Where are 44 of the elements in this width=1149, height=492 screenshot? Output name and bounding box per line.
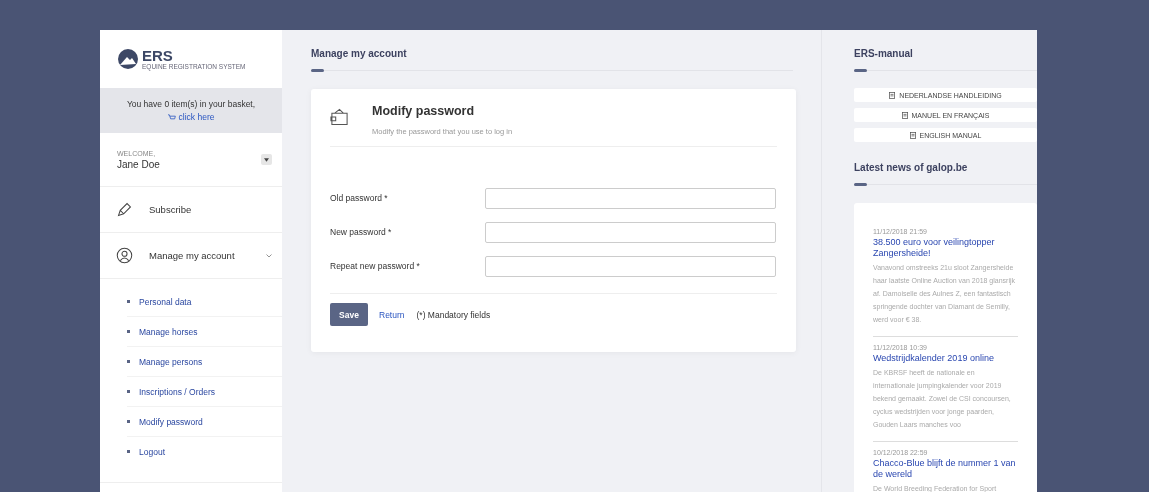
section-heading: Manage my account xyxy=(311,48,408,59)
section-heading: Latest news of galop.be xyxy=(854,162,969,173)
bullet-icon xyxy=(127,450,130,453)
card-title: Modify password xyxy=(372,104,476,118)
menu-item[interactable]: Manage my account xyxy=(100,233,282,279)
bullet-icon xyxy=(127,300,130,303)
submenu-link[interactable]: Logout xyxy=(139,446,165,457)
bullet-icon xyxy=(127,360,130,363)
field-label: Repeat new password * xyxy=(330,261,421,271)
bullet-icon xyxy=(127,330,130,333)
submenu-link[interactable]: Manage persons xyxy=(139,356,203,367)
submenu-link[interactable]: Modify password xyxy=(139,416,203,427)
user-name: Jane Doe xyxy=(117,158,160,170)
document-icon xyxy=(901,111,908,119)
basket-text: You have 0 item(s) in your basket, xyxy=(125,99,257,109)
news-title-link[interactable]: Wedstrijdkalender 2019 online xyxy=(873,353,1018,364)
field-label: New password * xyxy=(330,227,393,237)
logo-title: ERS xyxy=(142,48,174,63)
caret-icon xyxy=(264,157,269,162)
logo-icon xyxy=(118,49,138,69)
news-title-link[interactable]: 38.500 euro voor veilingtopper Zangersheide! xyxy=(873,237,1018,259)
user-dropdown-button[interactable] xyxy=(261,154,272,165)
document-icon xyxy=(889,91,896,99)
user-icon xyxy=(116,247,133,264)
password-field[interactable] xyxy=(485,221,776,243)
document-icon xyxy=(909,131,916,139)
field-label: Old password * xyxy=(330,193,389,203)
pencil-icon xyxy=(116,201,133,218)
news-title-link[interactable]: Chacco-Blue blijft de nummer 1 van de wereld xyxy=(873,458,1018,480)
submenu-link[interactable]: Personal data xyxy=(139,296,192,307)
password-field[interactable] xyxy=(485,255,776,277)
save-button[interactable]: Save xyxy=(330,303,368,326)
bullet-icon xyxy=(127,390,130,393)
wallet-icon xyxy=(330,108,349,126)
return-link[interactable]: Return xyxy=(379,309,405,320)
submenu-link[interactable]: Inscriptions / Orders xyxy=(139,386,216,397)
bullet-icon xyxy=(127,420,130,423)
basket-link[interactable]: click here xyxy=(167,112,215,122)
submenu-link[interactable]: Manage horses xyxy=(139,326,198,337)
cart-icon xyxy=(167,113,176,121)
mandatory-note: (*) Mandatory fields xyxy=(416,309,491,320)
menu-item[interactable]: Subscribe xyxy=(100,187,282,233)
section-heading: ERS-manual xyxy=(854,48,914,59)
password-field[interactable] xyxy=(485,187,776,209)
